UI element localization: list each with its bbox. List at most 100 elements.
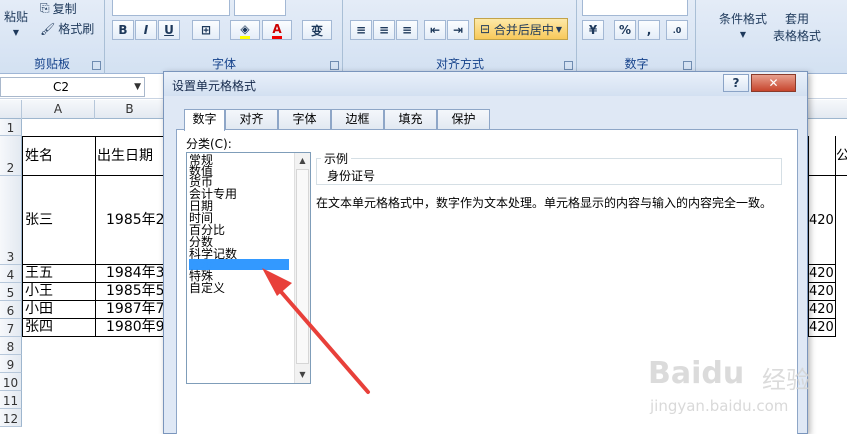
cell-far-7[interactable]: 420	[809, 319, 835, 337]
tab-protection[interactable]: 保护	[437, 109, 490, 130]
tab-number[interactable]: 数字	[184, 109, 225, 131]
format-painter-button[interactable]: 🖌 格式刷	[40, 20, 94, 37]
fill-color-button[interactable]: ◈	[230, 20, 260, 40]
conditional-format-button[interactable]: 条件格式 ▼	[719, 10, 767, 39]
row-header-1[interactable]: 1	[0, 119, 22, 136]
alignment-group: ≡ ≡ ≡ ⇤ ⇥ ⊟ 合并后居中 ▼ 对齐方式	[344, 0, 577, 74]
select-all-corner[interactable]	[0, 100, 22, 119]
clipboard-group-label: 剪贴板	[33, 57, 70, 71]
row-header-2[interactable]: 2	[0, 136, 22, 176]
help-button[interactable]: ?	[723, 74, 749, 92]
dialog-launcher-icon[interactable]	[92, 61, 101, 70]
border-button[interactable]: ⊞	[192, 20, 220, 40]
name-box[interactable]: C2 ▼	[0, 77, 145, 97]
clipboard-group: 粘贴 ▼ ⎘ 复制 🖌 格式刷 剪贴板	[0, 0, 105, 74]
cell-b3[interactable]: 1985年2	[96, 176, 163, 265]
font-group-label: 字体	[211, 57, 236, 71]
styles-group: 条件格式 ▼ 套用 表格格式	[697, 0, 847, 74]
column-header-b[interactable]: B	[95, 100, 165, 119]
row-header-11[interactable]: 11	[0, 391, 22, 409]
merge-center-button[interactable]: ⊟ 合并后居中 ▼	[474, 18, 568, 40]
dialog-launcher-icon[interactable]	[683, 61, 692, 70]
align-right-icon[interactable]: ≡	[396, 20, 418, 40]
chevron-down-icon: ▼	[12, 28, 20, 37]
cell-far-2[interactable]	[809, 136, 835, 176]
scroll-down-icon[interactable]: ▼	[295, 367, 310, 383]
table-format-button[interactable]: 套用 表格格式	[773, 10, 821, 44]
underline-button[interactable]: U	[158, 20, 180, 40]
bold-button[interactable]: B	[112, 20, 134, 40]
scroll-thumb[interactable]	[296, 169, 309, 364]
copy-icon: ⎘	[40, 1, 50, 15]
category-scrollbar[interactable]: ▲ ▼	[294, 153, 310, 383]
scroll-up-icon[interactable]: ▲	[295, 153, 310, 169]
cell-a6[interactable]: 小田	[23, 301, 95, 319]
comma-button[interactable]: ,	[638, 20, 660, 40]
row-header-8[interactable]: 8	[0, 337, 22, 355]
cell-a4[interactable]: 王五	[23, 265, 95, 283]
font-color-icon: A	[272, 22, 282, 39]
row-header-5[interactable]: 5	[0, 283, 22, 301]
number-format-box[interactable]	[582, 0, 688, 16]
tab-alignment[interactable]: 对齐	[225, 109, 278, 130]
chevron-down-icon[interactable]: ▼	[134, 78, 141, 96]
row-header-3[interactable]: 3	[0, 176, 22, 265]
cell-b2[interactable]: 出生日期	[96, 136, 163, 176]
font-group: B I U ⊞ ◈ A 变 字体	[106, 0, 343, 74]
row-header-10[interactable]: 10	[0, 373, 22, 391]
align-center-icon[interactable]: ≡	[373, 20, 395, 40]
cell-far-3[interactable]: 420	[809, 176, 835, 265]
currency-icon[interactable]: ¥	[582, 20, 604, 40]
category-list[interactable]: 常规 数值 货币 会计专用 日期 时间 百分比 分数 科学记数 文本 特殊 自定…	[186, 152, 311, 384]
font-size-box[interactable]	[234, 0, 286, 16]
sample-title: 示例	[321, 150, 352, 167]
cell-b5[interactable]: 1985年5	[96, 283, 163, 301]
align-left-icon[interactable]: ≡	[350, 20, 372, 40]
row-header-7[interactable]: 7	[0, 319, 22, 337]
cell-a2[interactable]: 姓名	[23, 136, 95, 176]
paste-label: 粘贴	[4, 10, 29, 24]
cell-a7[interactable]: 张四	[23, 319, 95, 337]
increase-decimal-button[interactable]: .0	[666, 20, 688, 40]
copy-button[interactable]: ⎘ 复制	[40, 0, 77, 17]
dialog-title: 设置单元格格式	[172, 79, 257, 93]
cell-a5[interactable]: 小王	[23, 283, 95, 301]
row-header-9[interactable]: 9	[0, 355, 22, 373]
dialog-launcher-icon[interactable]	[564, 61, 573, 70]
cell-b6[interactable]: 1987年7	[96, 301, 163, 319]
decrease-indent-icon[interactable]: ⇤	[424, 20, 446, 40]
increase-indent-icon[interactable]: ⇥	[447, 20, 469, 40]
phonetic-icon: 变	[310, 23, 323, 38]
tab-font[interactable]: 字体	[278, 109, 331, 130]
tab-border[interactable]: 边框	[331, 109, 384, 130]
alignment-group-label: 对齐方式	[435, 57, 484, 71]
paste-button[interactable]: 粘贴 ▼	[4, 8, 28, 37]
list-item[interactable]: 自定义	[189, 282, 289, 294]
font-name-box[interactable]	[112, 0, 230, 16]
format-painter-label: 格式刷	[58, 22, 95, 36]
cell-far-6[interactable]: 420	[809, 301, 835, 319]
row-header-12[interactable]: 12	[0, 409, 22, 427]
italic-button[interactable]: I	[135, 20, 157, 40]
format-description: 在文本单元格格式中，数字作为文本处理。单元格显示的内容与输入的内容完全一致。	[316, 196, 773, 210]
cell-b7[interactable]: 1980年9	[96, 319, 163, 337]
close-button[interactable]: ✕	[751, 74, 796, 92]
dialog-launcher-icon[interactable]	[330, 61, 339, 70]
percent-button[interactable]: %	[614, 20, 636, 40]
cell-far-5[interactable]: 420	[809, 283, 835, 301]
tab-fill[interactable]: 填充	[384, 109, 437, 130]
phonetic-button[interactable]: 变	[302, 20, 332, 40]
number-group-label: 数字	[624, 57, 649, 71]
category-label: 分类(C):	[186, 137, 232, 151]
font-color-button[interactable]: A	[262, 20, 292, 40]
cell-far-4[interactable]: 420	[809, 265, 835, 283]
cell-a3[interactable]: 张三	[23, 176, 95, 265]
column-header-a[interactable]: A	[22, 100, 95, 119]
dialog-title-bar[interactable]: 设置单元格格式 ? ✕	[164, 72, 807, 96]
cell-b4[interactable]: 1984年3	[96, 265, 163, 283]
row-header-6[interactable]: 6	[0, 301, 22, 319]
cell-far2-2[interactable]: 公	[836, 136, 847, 176]
sample-box	[316, 158, 782, 185]
row-header-4[interactable]: 4	[0, 265, 22, 283]
paint-bucket-icon: ◈	[240, 22, 250, 39]
